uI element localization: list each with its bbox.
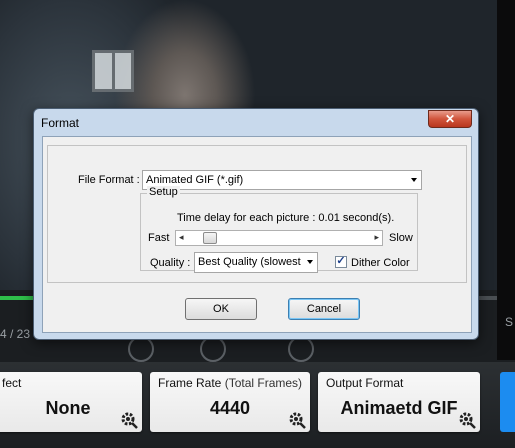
output-format-card-value: Animaetd GIF bbox=[340, 398, 458, 418]
close-button[interactable]: ✕ bbox=[428, 110, 472, 128]
frame-rate-title-main: Frame Rate bbox=[158, 376, 222, 390]
check-icon: ✓ bbox=[336, 255, 346, 267]
side-letter: S bbox=[505, 315, 514, 329]
chevron-down-icon bbox=[411, 178, 417, 182]
slider-left-arrow-icon[interactable]: ◂ bbox=[179, 232, 184, 243]
effect-card-title: fect bbox=[2, 376, 22, 390]
file-format-label: File Format : bbox=[78, 174, 140, 186]
output-format-card[interactable]: Output Format Animaetd GIF bbox=[318, 372, 480, 432]
slider-right-arrow-icon[interactable]: ▸ bbox=[374, 232, 379, 243]
quality-label: Quality : bbox=[150, 257, 191, 269]
frame-counter: 4 / 23 bbox=[0, 327, 31, 341]
gear-icon[interactable] bbox=[288, 411, 306, 429]
slow-label: Slow bbox=[389, 232, 413, 244]
background-window-shape bbox=[92, 50, 134, 92]
app-window: 4 / 23 S fect None Frame Rate (Total Fra… bbox=[0, 0, 515, 448]
fast-label: Fast bbox=[148, 232, 170, 244]
convert-button-edge[interactable] bbox=[500, 372, 515, 432]
frame-rate-title-sub: (Total Frames) bbox=[224, 376, 303, 390]
gear-icon[interactable] bbox=[120, 411, 138, 429]
frame-rate-card[interactable]: Frame Rate (Total Frames) 4440 bbox=[150, 372, 310, 432]
frame-rate-card-value: 4440 bbox=[209, 398, 251, 418]
output-format-card-title: Output Format bbox=[326, 376, 404, 390]
setup-legend: Setup bbox=[147, 186, 180, 198]
dither-label: Dither Color bbox=[351, 257, 410, 269]
chevron-down-icon bbox=[307, 260, 313, 264]
dialog-title: Format bbox=[41, 116, 80, 130]
effect-card[interactable]: fect None bbox=[0, 372, 142, 432]
dialog-client-area: File Format : Animated GIF (*.gif) Setup… bbox=[42, 136, 472, 333]
right-edge-panel bbox=[497, 0, 515, 360]
file-format-value: Animated GIF (*.gif) bbox=[146, 174, 244, 186]
ok-button[interactable]: OK bbox=[185, 298, 257, 320]
time-delay-text: Time delay for each picture : 0.01 secon… bbox=[177, 212, 395, 224]
frame-rate-card-title: Frame Rate (Total Frames) bbox=[158, 376, 302, 390]
format-dialog: Format ✕ File Format : Animated GIF (*.g… bbox=[33, 108, 479, 340]
cancel-button[interactable]: Cancel bbox=[288, 298, 360, 320]
slider-thumb[interactable] bbox=[202, 232, 217, 244]
dither-checkbox[interactable]: ✓ bbox=[335, 256, 347, 268]
quality-value: Best Quality (slowest bbox=[198, 256, 301, 268]
quality-select[interactable]: Best Quality (slowest bbox=[194, 252, 318, 273]
time-delay-slider[interactable]: ◂ ▸ bbox=[175, 230, 383, 246]
gear-icon[interactable] bbox=[458, 411, 476, 429]
file-format-select[interactable]: Animated GIF (*.gif) bbox=[142, 170, 422, 190]
